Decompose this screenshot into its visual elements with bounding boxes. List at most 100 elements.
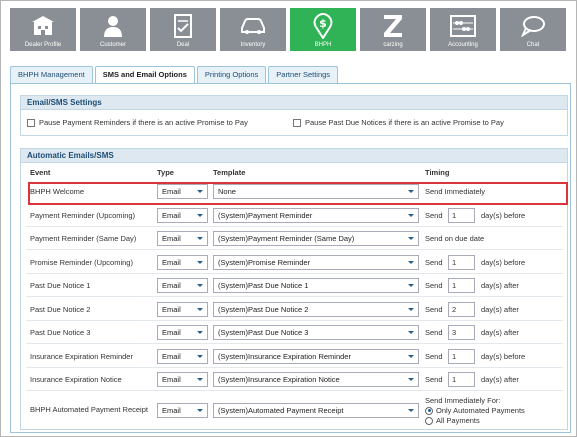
days-input[interactable]: 3 <box>448 325 475 340</box>
timing-title: Send Immediately For: <box>425 396 501 405</box>
chevron-down-icon <box>197 378 203 381</box>
template-select[interactable]: (System)Payment Reminder <box>213 208 419 223</box>
row-divider <box>26 343 563 344</box>
document-icon <box>150 13 216 39</box>
template-select[interactable]: (System)Insurance Expiration Notice <box>213 372 419 387</box>
all-payments-radio[interactable] <box>425 416 433 425</box>
row-divider <box>26 249 563 250</box>
template-value: (System)Automated Payment Receipt <box>218 406 344 415</box>
nav-carzing[interactable]: carzing <box>360 8 426 51</box>
type-select[interactable]: Email <box>157 302 208 317</box>
row-divider <box>26 226 563 227</box>
template-select[interactable]: (System)Payment Reminder (Same Day) <box>213 231 419 246</box>
table-row: Insurance Expiration Notice Email (Syste… <box>26 370 563 391</box>
radio-label: All Payments <box>436 416 480 425</box>
chevron-down-icon <box>197 261 203 264</box>
nav-label: Inventory <box>240 42 266 48</box>
tab-panel: Email/SMS Settings Pause Payment Reminde… <box>10 83 571 433</box>
days-input[interactable]: 1 <box>448 208 475 223</box>
chevron-down-icon <box>197 284 203 287</box>
event-name: Past Due Notice 1 <box>30 281 91 290</box>
template-select[interactable]: (System)Past Due Notice 3 <box>213 325 419 340</box>
type-value: Email <box>162 375 181 384</box>
pause-past-due-checkbox[interactable] <box>293 118 301 127</box>
pause-payment-reminders-option[interactable]: Pause Payment Reminders if there is an a… <box>27 118 248 127</box>
section-title: Automatic Emails/SMS <box>21 149 567 163</box>
chevron-down-icon <box>408 261 414 264</box>
template-select[interactable]: (System)Insurance Expiration Reminder <box>213 349 419 364</box>
days-input[interactable]: 2 <box>448 302 475 317</box>
tab-sms-email-options[interactable]: SMS and Email Options <box>94 66 195 84</box>
template-value: (System)Insurance Expiration Notice <box>218 375 340 384</box>
nav-label: BHPH <box>314 42 332 48</box>
tab-bhph-management[interactable]: BHPH Management <box>10 66 93 83</box>
svg-text:$: $ <box>319 17 327 30</box>
type-select[interactable]: Email <box>157 349 208 364</box>
nav-deal[interactable]: Deal <box>150 8 216 51</box>
days-input[interactable]: 1 <box>448 278 475 293</box>
template-value: (System)Payment Reminder (Same Day) <box>218 234 355 243</box>
type-select[interactable]: Email <box>157 325 208 340</box>
days-input[interactable]: 1 <box>448 372 475 387</box>
event-name: Past Due Notice 2 <box>30 305 91 314</box>
chevron-down-icon <box>408 214 414 217</box>
nav-accounting[interactable]: Accounting <box>430 8 496 51</box>
days-input[interactable]: 1 <box>448 349 475 364</box>
nav-chat[interactable]: Chat <box>500 8 566 51</box>
template-select[interactable]: (System)Past Due Notice 1 <box>213 278 419 293</box>
chevron-down-icon <box>408 409 414 412</box>
pause-payment-reminders-checkbox[interactable] <box>27 118 35 127</box>
tab-partner-settings[interactable]: Partner Settings <box>268 66 339 83</box>
template-value: (System)Payment Reminder <box>218 211 313 220</box>
send-label: Send <box>425 258 443 267</box>
template-value: (System)Promise Reminder <box>218 258 311 267</box>
chevron-down-icon <box>408 355 414 358</box>
type-select[interactable]: Email <box>157 231 208 246</box>
event-name: Payment Reminder (Upcoming) <box>30 211 136 220</box>
type-select[interactable]: Email <box>157 278 208 293</box>
nav-customer[interactable]: Customer <box>80 8 146 51</box>
table-row: Past Due Notice 3 Email (System)Past Due… <box>26 323 563 344</box>
building-icon <box>10 13 76 39</box>
app-frame: Dealer Profile Customer Deal Inventory $… <box>0 0 577 437</box>
tab-bar: BHPH Management SMS and Email Options Pr… <box>10 66 340 84</box>
table-row: Payment Reminder (Same Day) Email (Syste… <box>26 229 563 250</box>
nav-inventory[interactable]: Inventory <box>220 8 286 51</box>
tab-printing-options[interactable]: Printing Options <box>196 66 267 83</box>
nav-label: Accounting <box>448 42 478 48</box>
abacus-icon <box>430 13 496 39</box>
person-icon <box>80 13 146 39</box>
template-select[interactable]: (System)Past Due Notice 2 <box>213 302 419 317</box>
type-select[interactable]: Email <box>157 255 208 270</box>
only-automated-option[interactable]: Only Automated Payments <box>425 406 525 415</box>
chevron-down-icon <box>408 190 414 193</box>
template-select[interactable]: None <box>213 184 419 199</box>
type-value: Email <box>162 406 181 415</box>
template-value: None <box>218 187 236 196</box>
days-input[interactable]: 1 <box>448 255 475 270</box>
nav-dealer-profile[interactable]: Dealer Profile <box>10 8 76 51</box>
send-label: Send <box>425 281 443 290</box>
only-automated-radio[interactable] <box>425 406 433 415</box>
dollar-pin-icon: $ <box>290 13 356 39</box>
table-row: Promise Reminder (Upcoming) Email (Syste… <box>26 253 563 274</box>
col-header-type: Type <box>157 168 174 177</box>
col-header-event: Event <box>30 168 51 177</box>
template-select[interactable]: (System)Promise Reminder <box>213 255 419 270</box>
type-select[interactable]: Email <box>157 372 208 387</box>
type-value: Email <box>162 305 181 314</box>
event-name: Past Due Notice 3 <box>30 328 91 337</box>
pause-past-due-option[interactable]: Pause Past Due Notices if there is an ac… <box>293 118 504 127</box>
days-unit: day(s) before <box>481 352 526 361</box>
type-select[interactable]: Email <box>157 403 208 418</box>
nav-bhph[interactable]: $ BHPH <box>290 8 356 51</box>
car-icon <box>220 13 286 39</box>
template-select[interactable]: (System)Automated Payment Receipt <box>213 403 419 418</box>
type-select[interactable]: Email <box>157 184 208 199</box>
chevron-down-icon <box>408 378 414 381</box>
section-title: Email/SMS Settings <box>21 96 567 110</box>
top-nav: Dealer Profile Customer Deal Inventory $… <box>10 8 570 51</box>
all-payments-option[interactable]: All Payments <box>425 416 480 425</box>
template-value: (System)Past Due Notice 1 <box>218 281 309 290</box>
type-select[interactable]: Email <box>157 208 208 223</box>
